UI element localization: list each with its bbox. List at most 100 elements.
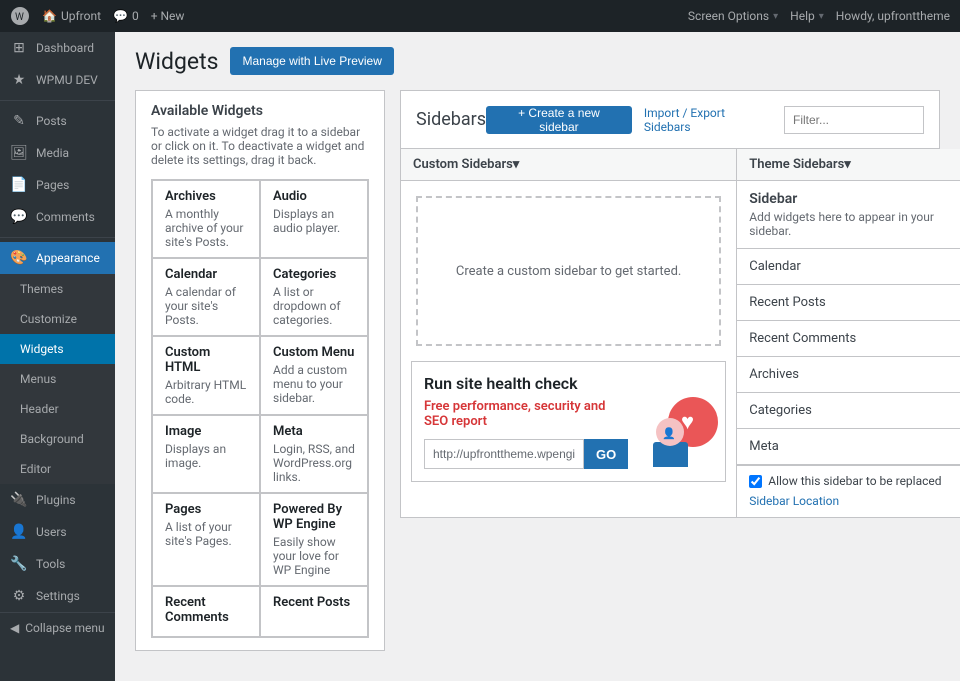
screen-options-chevron: ▾ xyxy=(773,11,778,22)
widget-archives[interactable]: Archives A monthly archive of your site'… xyxy=(152,180,260,258)
settings-icon: ⚙ xyxy=(10,588,28,604)
sidebar-main-desc: Add widgets here to appear in your sideb… xyxy=(749,210,960,238)
theme-widget-recent-posts[interactable]: Recent Posts ▾ xyxy=(737,285,960,321)
collapse-menu-btn[interactable]: ◀ Collapse menu xyxy=(0,612,115,643)
sidebar-item-wpmu-dev[interactable]: ★ WPMU DEV xyxy=(0,64,115,96)
new-content[interactable]: + New xyxy=(151,9,185,23)
allow-replace-label: Allow this sidebar to be replaced xyxy=(768,474,941,488)
theme-sidebar-footer: Allow this sidebar to be replaced Sideba… xyxy=(737,465,960,517)
widget-recent-comments[interactable]: Recent Comments xyxy=(152,586,260,637)
available-widgets-section: Available Widgets To activate a widget d… xyxy=(135,90,385,651)
health-check-text: Run site health check Free performance, … xyxy=(424,374,628,469)
sidebar-item-tools[interactable]: 🔧 Tools xyxy=(0,548,115,580)
health-check-subtitle: Free performance, security and SEO repor… xyxy=(424,399,628,429)
sidebar-location-link[interactable]: Sidebar Location xyxy=(749,494,839,508)
collapse-icon: ◀ xyxy=(10,621,19,635)
theme-widget-categories[interactable]: Categories ▾ xyxy=(737,393,960,429)
svg-text:W: W xyxy=(15,12,24,23)
allow-replace-row: Allow this sidebar to be replaced xyxy=(749,474,960,488)
health-icon: ♥ 👤 xyxy=(643,387,713,457)
main-content: Widgets Manage with Live Preview Availab… xyxy=(115,32,960,681)
pages-icon: 📄 xyxy=(10,177,28,193)
import-export-link[interactable]: Import / Export Sidebars xyxy=(644,106,772,134)
screen-options-btn[interactable]: Screen Options ▾ xyxy=(688,9,778,23)
page-title: Widgets xyxy=(135,48,218,75)
sidebar-item-users[interactable]: 👤 Users xyxy=(0,516,115,548)
left-panel: Available Widgets To activate a widget d… xyxy=(135,90,385,666)
theme-widget-archives[interactable]: Archives ▾ xyxy=(737,357,960,393)
custom-sidebars-header[interactable]: Custom Sidebars▾ xyxy=(401,149,736,181)
sidebar-item-plugins[interactable]: 🔌 Plugins xyxy=(0,484,115,516)
howdy[interactable]: Howdy, upfronttheme xyxy=(836,9,950,23)
svg-text:👤: 👤 xyxy=(662,427,676,440)
dashboard-icon: ⊞ xyxy=(10,40,28,56)
custom-sidebar-empty: Create a custom sidebar to get started. xyxy=(416,196,721,346)
sidebars-top-bar: Sidebars + Create a new sidebar Import /… xyxy=(400,90,940,149)
sidebar-item-media[interactable]: 🖼 Media xyxy=(0,137,115,169)
widgets-grid: Archives A monthly archive of your site'… xyxy=(151,179,369,638)
comments-count[interactable]: 💬 0 xyxy=(113,9,139,23)
site-name[interactable]: 🏠 Upfront xyxy=(42,9,101,23)
sidebar-item-editor[interactable]: Editor xyxy=(0,454,115,484)
sidebar-item-header[interactable]: Header xyxy=(0,394,115,424)
menu-separator-1 xyxy=(0,100,115,101)
go-btn[interactable]: GO xyxy=(584,439,628,469)
widget-image[interactable]: Image Displays an image. xyxy=(152,415,260,493)
available-widgets-desc: To activate a widget drag it to a sideba… xyxy=(151,125,369,167)
sidebar-item-menus[interactable]: Menus xyxy=(0,364,115,394)
sidebar-item-pages[interactable]: 📄 Pages xyxy=(0,169,115,201)
page-header: Widgets Manage with Live Preview xyxy=(135,47,940,75)
health-check-inner: Run site health check Free performance, … xyxy=(424,374,713,469)
theme-widget-calendar[interactable]: Calendar ▾ xyxy=(737,249,960,285)
theme-sidebars-header[interactable]: Theme Sidebars▾ xyxy=(737,149,960,181)
sidebar-main-title: Sidebar ▲ xyxy=(749,191,960,207)
admin-menu: ⊞ Dashboard ★ WPMU DEV ✎ Posts 🖼 Media 📄… xyxy=(0,32,115,681)
sidebar-item-appearance[interactable]: 🎨 Appearance xyxy=(0,242,115,274)
sidebars-main-title: Sidebars xyxy=(416,101,486,138)
sidebar-item-posts[interactable]: ✎ Posts xyxy=(0,105,115,137)
create-sidebar-btn[interactable]: + Create a new sidebar xyxy=(486,106,632,134)
available-widgets-title: Available Widgets xyxy=(151,103,369,119)
health-check-section: Run site health check Free performance, … xyxy=(411,361,726,482)
sidebar-item-dashboard[interactable]: ⊞ Dashboard xyxy=(0,32,115,64)
appearance-icon: 🎨 xyxy=(10,250,28,266)
sidebar-item-background[interactable]: Background xyxy=(0,424,115,454)
widget-custom-html[interactable]: Custom HTML Arbitrary HTML code. xyxy=(152,336,260,415)
sidebar-item-themes[interactable]: Themes xyxy=(0,274,115,304)
manage-live-preview-btn[interactable]: Manage with Live Preview xyxy=(230,47,393,75)
custom-sidebars-section: Custom Sidebars▾ Create a custom sidebar… xyxy=(400,149,737,518)
sidebar-item-widgets[interactable]: Widgets xyxy=(0,334,115,364)
theme-widget-meta[interactable]: Meta ▾ xyxy=(737,429,960,465)
help-chevron: ▾ xyxy=(819,11,824,22)
wp-logo[interactable]: W xyxy=(10,6,30,26)
appearance-submenu: Themes Customize Widgets Menus Header Ba… xyxy=(0,274,115,484)
sidebar-main: Sidebar ▲ Add widgets here to appear in … xyxy=(737,181,960,249)
widget-recent-posts[interactable]: Recent Posts xyxy=(260,586,368,637)
posts-icon: ✎ xyxy=(10,113,28,129)
content-area: Available Widgets To activate a widget d… xyxy=(135,90,940,666)
url-input[interactable] xyxy=(424,439,584,469)
filter-input[interactable] xyxy=(784,106,924,134)
sidebar-item-settings[interactable]: ⚙ Settings xyxy=(0,580,115,612)
plugins-icon: 🔌 xyxy=(10,492,28,508)
widget-meta[interactable]: Meta Login, RSS, and WordPress.org links… xyxy=(260,415,368,493)
health-check-title: Run site health check xyxy=(424,374,628,393)
comments-icon: 💬 xyxy=(10,209,28,225)
widget-categories[interactable]: Categories A list or dropdown of categor… xyxy=(260,258,368,336)
media-icon: 🖼 xyxy=(10,145,28,161)
widget-custom-menu[interactable]: Custom Menu Add a custom menu to your si… xyxy=(260,336,368,415)
sidebar-item-comments[interactable]: 💬 Comments xyxy=(0,201,115,233)
right-panel: Sidebars + Create a new sidebar Import /… xyxy=(400,90,940,666)
tools-icon: 🔧 xyxy=(10,556,28,572)
wpmu-icon: ★ xyxy=(10,72,28,88)
sidebar-item-customize[interactable]: Customize xyxy=(0,304,115,334)
health-check-url: GO xyxy=(424,439,628,469)
users-icon: 👤 xyxy=(10,524,28,540)
menu-separator-2 xyxy=(0,237,115,238)
help-btn[interactable]: Help ▾ xyxy=(790,9,824,23)
widget-audio[interactable]: Audio Displays an audio player. xyxy=(260,180,368,258)
theme-sidebars-section: Theme Sidebars▾ Sidebar ▲ Add widgets he… xyxy=(737,149,960,518)
widget-calendar[interactable]: Calendar A calendar of your site's Posts… xyxy=(152,258,260,336)
theme-widget-recent-comments[interactable]: Recent Comments ▾ xyxy=(737,321,960,357)
allow-replace-checkbox[interactable] xyxy=(749,475,762,488)
